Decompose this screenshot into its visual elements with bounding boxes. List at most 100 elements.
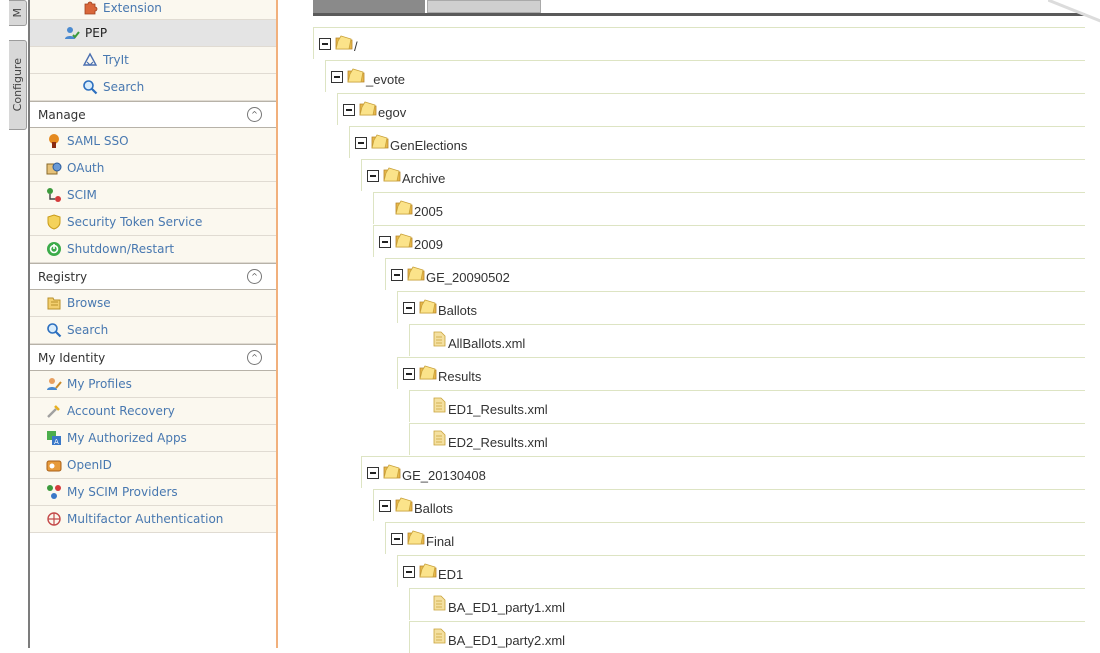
tree-node-label[interactable]: AllBallots.xml: [448, 336, 525, 351]
tree-folder-node[interactable]: 2005: [373, 192, 1085, 224]
tree-folder-node[interactable]: GenElections: [349, 126, 1085, 158]
apps-icon: A: [47, 431, 61, 446]
tree-node-label[interactable]: GenElections: [390, 138, 467, 153]
folder-icon: [395, 496, 414, 515]
tree-file-node[interactable]: ED1_Results.xml: [409, 390, 1085, 422]
file-icon: [431, 595, 448, 614]
sidebar-item-extension[interactable]: Extension: [30, 0, 276, 20]
tree-node-label[interactable]: Results: [438, 369, 481, 384]
collapse-toggle-icon[interactable]: [355, 136, 367, 149]
collapse-toggle-icon[interactable]: [391, 532, 403, 545]
collapse-up-icon[interactable]: ^: [247, 269, 262, 284]
collapse-toggle-icon[interactable]: [367, 466, 379, 479]
collapse-toggle-icon[interactable]: [367, 169, 379, 182]
section-header-my-identity[interactable]: My Identity ^: [30, 344, 276, 371]
folder-icon: [347, 67, 366, 86]
tree-folder-node[interactable]: Archive: [361, 159, 1085, 191]
section-header-registry[interactable]: Registry ^: [30, 263, 276, 290]
collapse-toggle-icon[interactable]: [391, 268, 403, 281]
tree-folder-node[interactable]: egov: [337, 93, 1085, 125]
file-icon: [431, 331, 448, 350]
content-tab-bar: [313, 0, 1085, 16]
tree-file-node[interactable]: BA_ED1_party1.xml: [409, 588, 1085, 620]
tree-folder-node[interactable]: ED1: [397, 555, 1085, 587]
tree-folder-node[interactable]: GE_20090502: [385, 258, 1085, 290]
tree-file-node[interactable]: AllBallots.xml: [409, 324, 1085, 356]
tree-folder-node[interactable]: Final: [385, 522, 1085, 554]
tree-node-label[interactable]: Final: [426, 534, 454, 549]
collapse-toggle-icon[interactable]: [403, 367, 415, 380]
tree-node-label[interactable]: BA_ED1_party1.xml: [448, 600, 565, 615]
tree-node-label[interactable]: Archive: [402, 171, 445, 186]
tree-node-label[interactable]: ED1: [438, 567, 463, 582]
folder-icon: [335, 34, 354, 53]
tree-node-label[interactable]: ED2_Results.xml: [448, 435, 548, 450]
section-title: Registry: [38, 269, 88, 284]
collapse-up-icon[interactable]: ^: [247, 107, 262, 122]
tree-node-label[interactable]: BA_ED1_party2.xml: [448, 633, 565, 648]
folder-icon: [371, 133, 390, 152]
section-header-manage[interactable]: Manage ^: [30, 101, 276, 128]
collapse-toggle-icon[interactable]: [319, 37, 331, 50]
collapse-toggle-icon[interactable]: [403, 565, 415, 578]
svg-text:A: A: [54, 438, 59, 446]
shield-icon: [47, 214, 61, 230]
mfa-icon: [47, 512, 61, 526]
collapse-toggle-icon[interactable]: [379, 235, 391, 248]
sidebar-item-label: My Profiles: [67, 377, 132, 391]
sidebar-item-label: My Authorized Apps: [67, 431, 187, 445]
tree-node-label[interactable]: GE_20090502: [426, 270, 510, 285]
tree-folder-node[interactable]: _evote: [325, 60, 1085, 92]
tree-file-node[interactable]: BA_ED1_party2.xml: [409, 621, 1085, 653]
sidebar-item-my-scim-providers[interactable]: My SCIM Providers: [30, 479, 276, 506]
tree-folder-node[interactable]: 2009: [373, 225, 1085, 257]
power-icon: [47, 242, 61, 256]
sidebar-item-security-token-service[interactable]: Security Token Service: [30, 209, 276, 236]
tree-node-label[interactable]: GE_20130408: [402, 468, 486, 483]
sidebar-item-pep[interactable]: PEP: [30, 20, 276, 47]
sidebar-item-my-authorized-apps[interactable]: A My Authorized Apps: [30, 425, 276, 452]
collapse-toggle-icon[interactable]: [331, 70, 343, 83]
sidebar-item-openid[interactable]: OpenID: [30, 452, 276, 479]
tree-folder-node[interactable]: Ballots: [397, 291, 1085, 323]
sidebar-item-search-registry[interactable]: Search: [30, 317, 276, 344]
collapse-toggle-icon[interactable]: [343, 103, 355, 116]
tree-node-label[interactable]: _evote: [366, 72, 405, 87]
tab-configure[interactable]: Configure: [9, 40, 27, 130]
tree-folder-node[interactable]: /: [313, 27, 1085, 59]
tab-tree-view[interactable]: [313, 0, 425, 13]
folder-icon: [383, 166, 402, 185]
sidebar-item-label: Search: [103, 80, 145, 94]
sidebar-item-scim[interactable]: SCIM: [30, 182, 276, 209]
tree-node-label[interactable]: egov: [378, 105, 406, 120]
tab-manage[interactable]: M: [9, 0, 27, 26]
collapse-up-icon[interactable]: ^: [247, 350, 262, 365]
folder-icon: [407, 529, 426, 548]
sidebar-item-saml-sso[interactable]: SAML SSO: [30, 128, 276, 155]
sidebar-item-shutdown-restart[interactable]: Shutdown/Restart: [30, 236, 276, 263]
tab-detail-view[interactable]: [427, 0, 541, 13]
tree-folder-node[interactable]: Results: [397, 357, 1085, 389]
tree-node-label[interactable]: Ballots: [414, 501, 453, 516]
sidebar-item-oauth[interactable]: OAuth: [30, 155, 276, 182]
tree-node-label[interactable]: /: [354, 39, 358, 54]
collapse-toggle-icon[interactable]: [403, 301, 415, 314]
tree-node-label[interactable]: 2009: [414, 237, 443, 252]
sidebar-item-browse[interactable]: Browse: [30, 290, 276, 317]
sidebar-item-account-recovery[interactable]: Account Recovery: [30, 398, 276, 425]
collapse-toggle-icon[interactable]: [379, 499, 391, 512]
oauth-icon: [46, 162, 62, 175]
sidebar-item-multifactor-authentication[interactable]: Multifactor Authentication: [30, 506, 276, 533]
tree-folder-node[interactable]: GE_20130408: [361, 456, 1085, 488]
tree-folder-node[interactable]: Ballots: [373, 489, 1085, 521]
tree-node-label[interactable]: 2005: [414, 204, 443, 219]
sidebar-item-label: SAML SSO: [67, 134, 129, 148]
sidebar-item-tryit[interactable]: TryIt: [30, 47, 276, 74]
sidebar-item-label: OAuth: [67, 161, 105, 175]
sidebar-item-my-profiles[interactable]: My Profiles: [30, 371, 276, 398]
sidebar-item-search-config[interactable]: Search: [30, 74, 276, 101]
tree-file-node[interactable]: ED2_Results.xml: [409, 423, 1085, 455]
folder-icon: [395, 199, 414, 218]
tree-node-label[interactable]: Ballots: [438, 303, 477, 318]
tree-node-label[interactable]: ED1_Results.xml: [448, 402, 548, 417]
